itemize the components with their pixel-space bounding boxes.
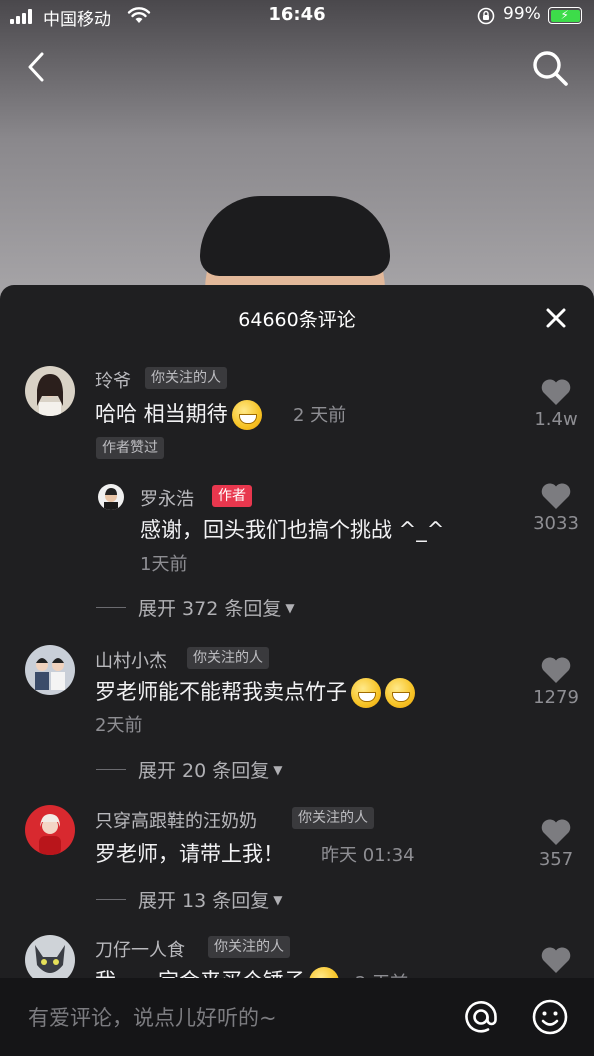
like-count: 3033	[533, 513, 579, 534]
comment-panel: 64660条评论 玲爷 你关注的人 哈哈 相当期待 2 天前 作者赞过 1.4w…	[0, 285, 594, 1056]
battery-percent: 99%	[503, 4, 541, 24]
reply-text[interactable]: 感谢，回头我们也搞个挑战 ^_^	[140, 514, 444, 544]
author-tag: 作者	[212, 485, 252, 507]
reply-avatar[interactable]	[98, 484, 124, 510]
like-button[interactable]	[526, 945, 586, 975]
comment-text-content: 哈哈 相当期待	[95, 402, 228, 426]
smirk-emoji-icon	[385, 678, 415, 708]
comment-count-title: 64660条评论	[238, 309, 356, 331]
caret-down-icon: ▼	[285, 600, 295, 615]
back-button[interactable]	[20, 48, 54, 86]
comment-time: 2 天前	[293, 405, 347, 426]
comment-input-bar: 有爱评论，说点儿好听的~	[0, 978, 594, 1056]
avatar[interactable]	[25, 805, 75, 855]
close-button[interactable]	[543, 305, 569, 331]
close-icon	[546, 308, 566, 328]
comment-text[interactable]: 哈哈 相当期待	[95, 398, 262, 430]
comment-text-content: 罗老师能不能帮我卖点竹子	[95, 680, 347, 704]
like-button[interactable]: 1279	[526, 655, 586, 708]
expand-replies-button[interactable]: 展开 13 条回复 ▼	[96, 886, 283, 913]
status-bar: 中国移动 16:46 99% ⚡	[0, 0, 594, 34]
comment-text[interactable]: 罗老师能不能帮我卖点竹子	[95, 676, 415, 708]
like-count: 357	[538, 849, 574, 870]
like-count: 1279	[533, 687, 579, 708]
comment-author[interactable]: 刀仔一人食	[95, 936, 185, 962]
avatar[interactable]	[25, 645, 75, 695]
like-button[interactable]: 1.4w	[526, 377, 586, 430]
like-count: 1.4w	[534, 409, 578, 430]
expand-replies-button[interactable]: 展开 20 条回复 ▼	[96, 756, 283, 783]
following-tag: 你关注的人	[292, 807, 374, 829]
reply-time: 1天前	[140, 554, 188, 575]
comment-time: 昨天 01:34	[321, 845, 415, 866]
heart-icon	[541, 819, 571, 845]
comment-text[interactable]: 罗老师，请带上我！	[95, 838, 284, 868]
following-tag: 你关注的人	[145, 367, 227, 389]
comment-author[interactable]: 只穿高跟鞋的汪奶奶	[95, 807, 257, 833]
caret-down-icon: ▼	[273, 892, 283, 907]
search-icon	[533, 51, 568, 86]
heart-icon	[541, 483, 571, 509]
reply-author[interactable]: 罗永浩	[140, 485, 194, 511]
comment-author[interactable]: 山村小杰	[95, 647, 167, 673]
smirk-emoji-icon	[351, 678, 381, 708]
video-background	[0, 0, 594, 310]
heart-icon	[541, 657, 571, 683]
comment-input[interactable]: 有爱评论，说点儿好听的~	[28, 1002, 277, 1032]
avatar[interactable]	[25, 366, 75, 416]
video-person-hair	[200, 196, 390, 276]
orientation-lock-icon	[477, 7, 495, 30]
expand-replies-label: 展开 13 条回复	[138, 890, 270, 912]
battery-icon: ⚡	[548, 7, 582, 24]
comment-author[interactable]: 玲爷	[95, 367, 131, 393]
heart-icon	[541, 947, 571, 973]
expand-replies-button[interactable]: 展开 372 条回复 ▼	[96, 594, 295, 621]
reply-like-button[interactable]: 3033	[526, 481, 586, 534]
grin-emoji-icon	[231, 400, 262, 430]
smiley-icon	[532, 999, 568, 1035]
search-button[interactable]	[530, 48, 570, 88]
heart-icon	[541, 379, 571, 405]
following-tag: 你关注的人	[187, 647, 269, 669]
author-liked-badge: 作者赞过	[96, 437, 164, 459]
caret-down-icon: ▼	[273, 762, 283, 777]
expand-replies-label: 展开 20 条回复	[138, 760, 270, 782]
at-icon	[465, 1001, 497, 1033]
comment-time: 2天前	[95, 715, 143, 736]
expand-replies-label: 展开 372 条回复	[138, 598, 282, 620]
chevron-left-icon	[28, 52, 44, 82]
like-button[interactable]: 357	[526, 817, 586, 870]
emoji-button[interactable]	[531, 998, 569, 1036]
following-tag: 你关注的人	[208, 936, 290, 958]
mention-button[interactable]	[462, 998, 500, 1036]
